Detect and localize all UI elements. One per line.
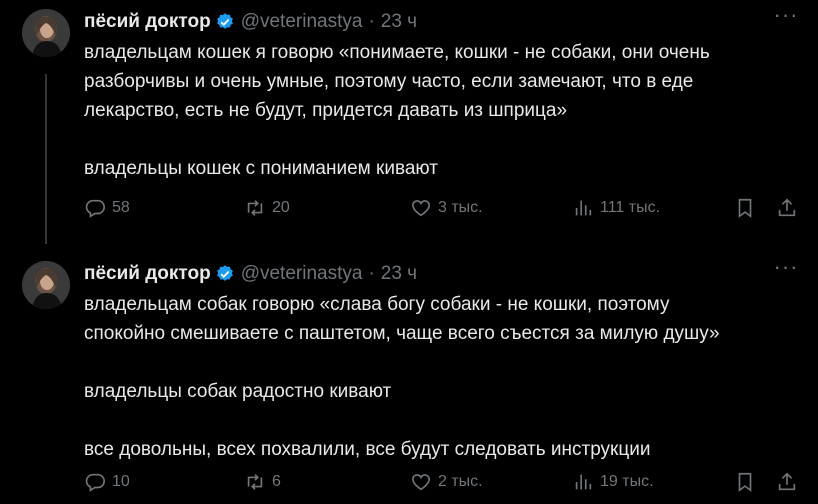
- tweet-line: разборчивы и очень умные, поэтому часто,…: [84, 71, 694, 92]
- timestamp[interactable]: 23 ч: [381, 263, 417, 285]
- like-button[interactable]: 3 тыс.: [410, 193, 483, 223]
- separator-dot: ·: [368, 11, 375, 32]
- tweet-line: владельцы собак радостно кивают: [84, 381, 392, 402]
- like-button[interactable]: 2 тыс.: [410, 467, 483, 497]
- timestamp[interactable]: 23 ч: [381, 11, 417, 33]
- bookmark-icon: [738, 472, 752, 492]
- reply-button[interactable]: 10: [84, 467, 130, 497]
- retweet-icon: [247, 474, 263, 490]
- reply-count: 10: [112, 473, 130, 490]
- retweet-count: 6: [272, 473, 281, 490]
- bookmark-button[interactable]: [734, 193, 756, 223]
- author-name[interactable]: пёсий доктор: [84, 263, 211, 285]
- views-icon: [575, 474, 592, 490]
- tweet-header: пёсий доктор @veterinastya · 23 ч: [84, 261, 417, 287]
- tweet-line: спокойно смешиваете с паштетом, чаще все…: [84, 323, 720, 344]
- share-button[interactable]: [776, 467, 798, 497]
- tweet-text: владельцам собак говорю «слава богу соба…: [84, 290, 794, 464]
- views-button[interactable]: 19 тыс.: [572, 467, 654, 497]
- bookmark-button[interactable]: [734, 467, 756, 497]
- reply-button[interactable]: 58: [84, 193, 130, 223]
- author-name[interactable]: пёсий доктор: [84, 11, 211, 33]
- verified-badge-icon: [216, 13, 233, 29]
- like-icon: [411, 474, 431, 491]
- reply-icon: [85, 473, 105, 492]
- tweet-line: владельцам собак говорю «слава богу соба…: [84, 294, 670, 315]
- share-button[interactable]: [776, 193, 798, 223]
- avatar[interactable]: [22, 9, 70, 57]
- tweet-line: лекарство, есть не будут, придется дават…: [84, 100, 568, 121]
- retweet-count: 20: [272, 199, 290, 216]
- reply-count: 58: [112, 199, 130, 216]
- tweet[interactable]: пёсий доктор @veterinastya · 23 ч ··· вл…: [0, 0, 818, 252]
- retweet-button[interactable]: 6: [244, 467, 281, 497]
- thread-line: [45, 74, 47, 244]
- author-handle[interactable]: @veterinastya: [241, 263, 363, 285]
- reply-icon: [85, 199, 105, 218]
- avatar[interactable]: [22, 261, 70, 309]
- bookmark-icon: [738, 198, 752, 218]
- tweet-text: владельцам кошек я говорю «понимаете, ко…: [84, 38, 794, 183]
- action-bar: 58 20 3 тыс. 111 тыс.: [84, 193, 804, 223]
- retweet-icon: [247, 200, 263, 216]
- share-icon: [778, 472, 796, 491]
- views-count: 111 тыс.: [600, 199, 661, 216]
- views-icon: [575, 200, 592, 216]
- like-icon: [411, 200, 431, 217]
- tweet-line: владельцам кошек я говорю «понимаете, ко…: [84, 42, 710, 63]
- tweet-header: пёсий доктор @veterinastya · 23 ч: [84, 9, 417, 35]
- action-bar: 10 6 2 тыс. 19 тыс.: [84, 467, 804, 497]
- tweet-line: все довольны, всех похвалили, все будут …: [84, 439, 651, 460]
- retweet-button[interactable]: 20: [244, 193, 290, 223]
- verified-badge-icon: [216, 265, 233, 281]
- like-count: 3 тыс.: [438, 199, 483, 216]
- like-count: 2 тыс.: [438, 473, 483, 490]
- tweet[interactable]: пёсий доктор @veterinastya · 23 ч ··· вл…: [0, 252, 818, 504]
- views-count: 19 тыс.: [600, 473, 654, 490]
- author-handle[interactable]: @veterinastya: [241, 11, 363, 33]
- separator-dot: ·: [368, 263, 375, 284]
- more-icon[interactable]: ···: [772, 4, 800, 30]
- views-button[interactable]: 111 тыс.: [572, 193, 660, 223]
- share-icon: [778, 198, 796, 217]
- more-icon[interactable]: ···: [772, 256, 800, 282]
- tweet-line: владельцы кошек с пониманием кивают: [84, 158, 438, 179]
